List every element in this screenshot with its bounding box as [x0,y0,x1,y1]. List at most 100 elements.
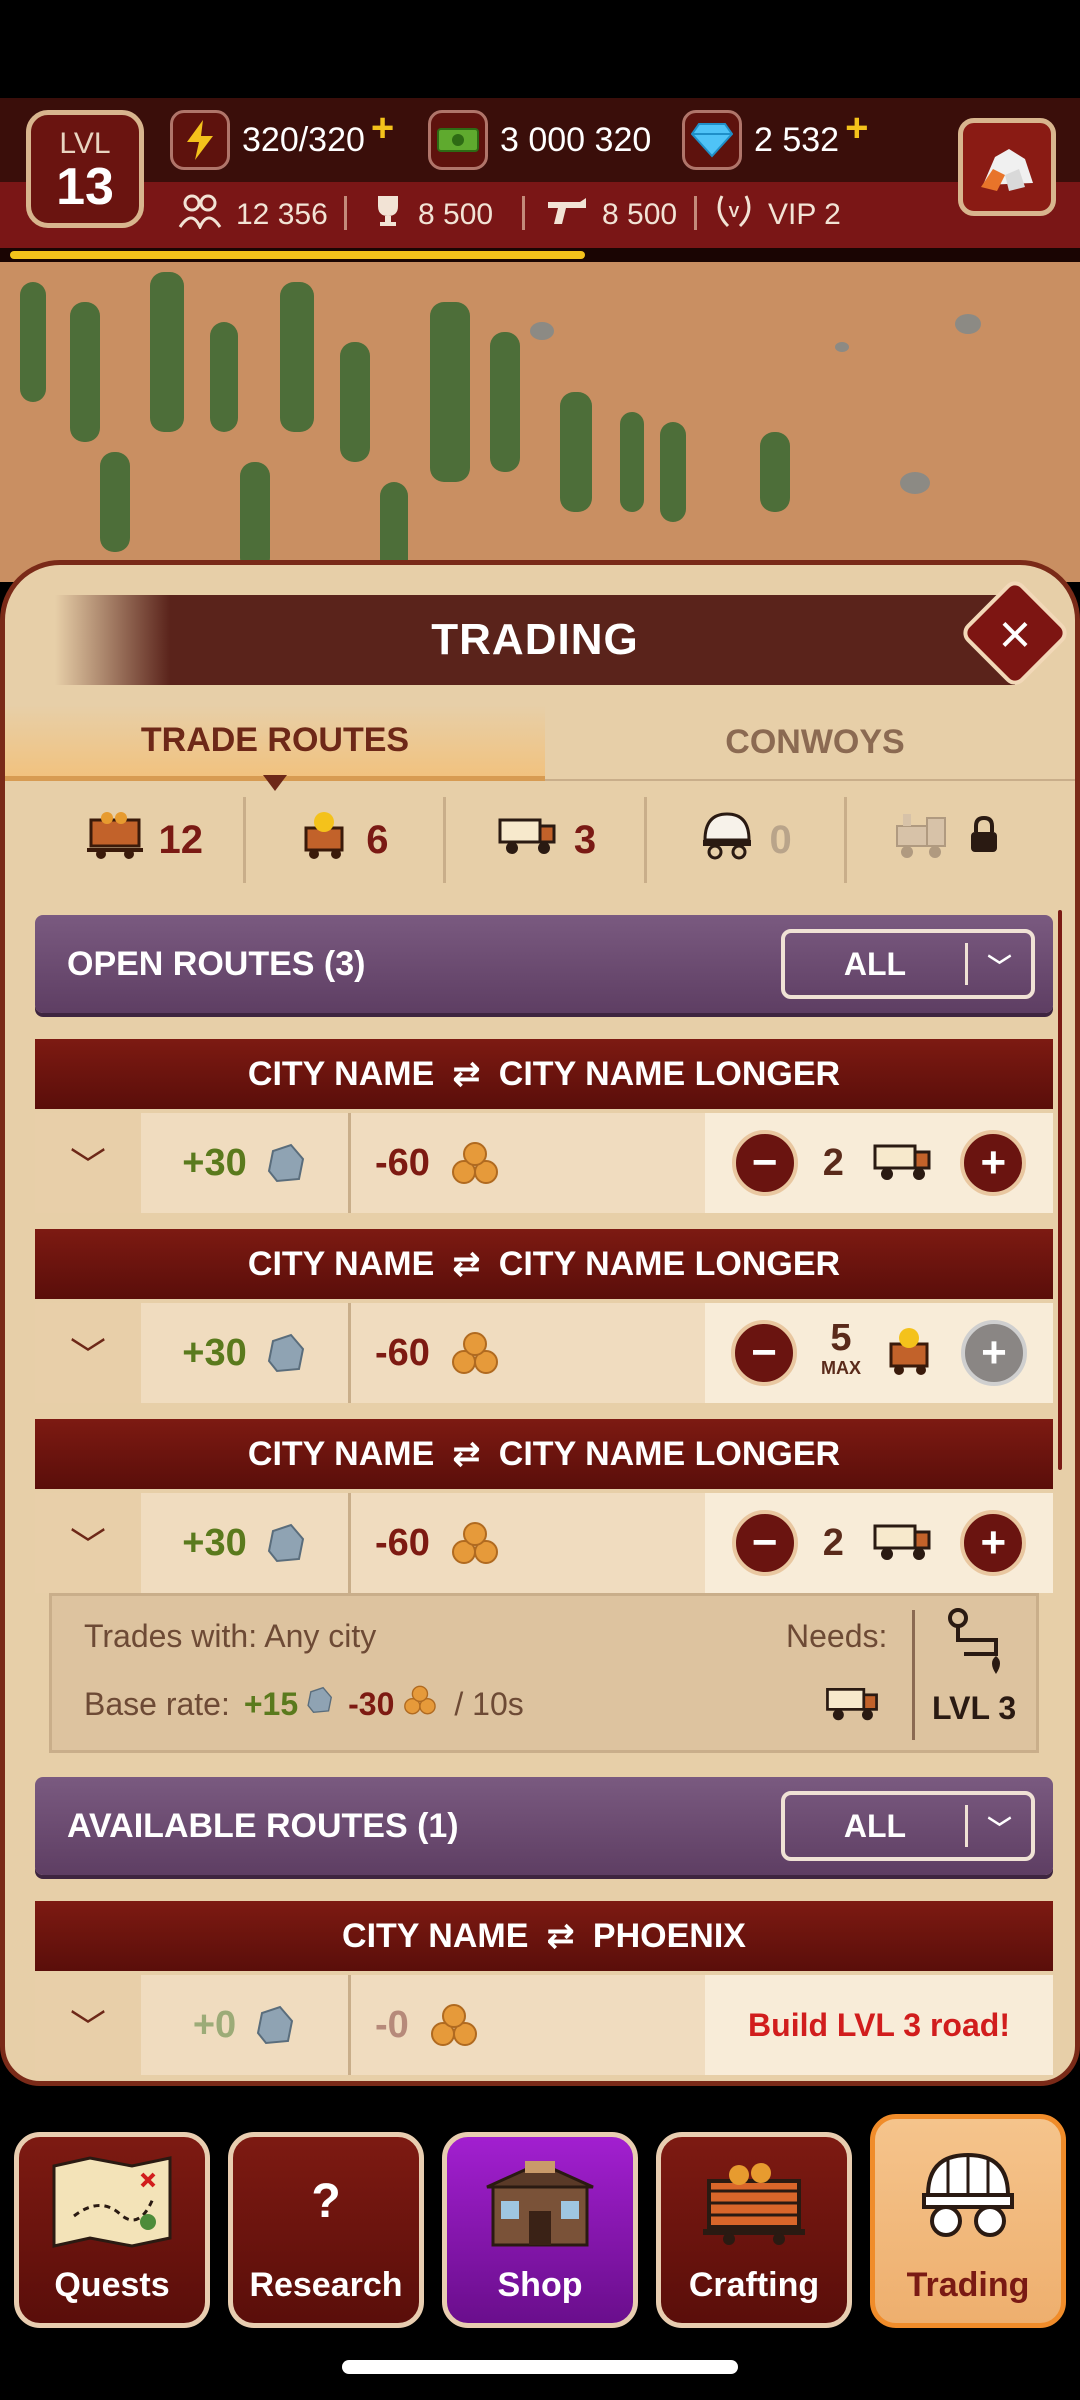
scrollbar[interactable] [1058,910,1062,1470]
available-routes-header: AVAILABLE ROUTES (1) ALL ﹀ [35,1777,1053,1875]
wood-logs-icon [425,2002,489,2048]
nav-shop[interactable]: Shop [442,2132,638,2328]
xp-progress-bar [0,248,1080,262]
guns-value: 8 500 [602,198,678,231]
trophy-stat: 8 500 [372,190,493,240]
route-title: CITY NAME ⇄ PHOENIX [35,1901,1053,1971]
truck-icon [822,1680,882,1734]
route-from: CITY NAME [247,1434,435,1473]
world-map-button[interactable] [958,118,1056,216]
nav-trading[interactable]: Trading [870,2114,1066,2328]
population-icon [178,193,222,237]
route-to: CITY NAME LONGER [498,1244,841,1283]
vip-laurel-icon: V [714,192,754,238]
route-from: CITY NAME [247,1054,435,1093]
decrease-button[interactable]: − [731,1510,798,1576]
route-title: CITY NAME ⇄ CITY NAME LONGER [35,1229,1053,1299]
stone-icon [252,2003,296,2047]
gain-value: +30 [182,1331,247,1374]
nav-crafting[interactable]: Crafting [656,2132,852,2328]
population-value: 12 356 [236,198,328,231]
expand-chevron-icon[interactable]: ﹀ [35,1975,141,2075]
energy-resource[interactable]: 320/320 + [170,106,394,170]
nav-quests[interactable]: Quests [14,2132,210,2328]
cost-value: -60 [375,1521,430,1564]
nav-trading-label: Trading [906,2266,1030,2304]
expand-chevron-icon[interactable]: ﹀ [35,1303,141,1403]
ore-cart-icon [300,810,352,870]
hud-stats-bar [0,182,1080,248]
route-row: ﹀ +0 -0 Build LVL 3 road! [35,1975,1053,2075]
increase-button[interactable]: + [960,1510,1027,1576]
expand-chevron-icon[interactable]: ﹀ [35,1113,141,1213]
swap-arrows-icon: ⇄ [546,1917,575,1955]
needs-label: Needs: [786,1618,888,1654]
home-indicator[interactable] [342,2360,738,2374]
route-cost: -60 [351,1113,705,1213]
filter-value: ALL [843,1807,907,1844]
route-title: CITY NAME ⇄ CITY NAME LONGER [35,1419,1053,1489]
ore-value: 6 [366,817,389,862]
base-cost: -30 [348,1685,395,1722]
truck-count: 3 [446,797,647,883]
energy-value: 320/320 [242,120,365,159]
tab-convoys[interactable]: CONWOYS [545,705,1075,781]
treasure-map-icon [50,2137,174,2266]
mine-cart-icon [85,810,145,870]
route-gain: +30 [141,1493,351,1593]
cost-value: -0 [375,2003,409,2046]
route-details: Trades with: Any city Base rate: +15 -30… [49,1593,1039,1753]
player-level-badge[interactable]: LVL 13 [26,110,144,228]
route-from: CITY NAME [247,1244,435,1283]
stat-divider [522,196,525,230]
collapse-chevron-icon[interactable]: ﹀ [35,1493,141,1593]
route-cost: -60 [351,1303,705,1403]
route-to: PHOENIX [592,1916,746,1955]
stone-icon [263,1331,307,1375]
question-icon: ? [311,2175,341,2228]
ore-cart-icon [885,1326,937,1381]
tab-trade-routes[interactable]: TRADE ROUTES [5,705,545,781]
decrease-button[interactable]: − [731,1320,797,1386]
vehicle-counts: 12 6 3 0 [45,797,1045,883]
swap-arrows-icon: ⇄ [452,1435,481,1473]
ore-count: 6 [246,797,447,883]
route-warning: Build LVL 3 road! [705,1975,1053,2075]
route-quantity-control: − 2 + [705,1493,1053,1593]
nav-research[interactable]: ? Research [228,2132,424,2328]
desert-map-view[interactable] [0,262,1080,582]
increase-button-disabled: + [961,1320,1027,1386]
diamond-icon [682,110,742,170]
gems-add-plus[interactable]: + [845,106,868,151]
route-quantity-control: − 5 MAX + [705,1303,1053,1403]
trophy-icon [372,194,404,236]
xp-progress-fill [10,251,585,259]
open-routes-filter[interactable]: ALL ﹀ [781,929,1035,999]
vip-value: VIP 2 [768,198,841,231]
locomotive-locked [847,797,1045,883]
cost-value: -60 [375,1331,430,1374]
route-cost: -60 [351,1493,705,1593]
wood-logs-icon [400,1684,444,1724]
trades-with-text: Trades with: Any city [84,1618,377,1654]
decrease-button[interactable]: − [731,1130,798,1196]
locomotive-icon [891,810,953,870]
covered-wagon-icon [699,810,755,870]
energy-add-plus[interactable]: + [371,106,394,151]
filter-value: ALL [843,945,907,982]
truck-value: 3 [573,817,597,862]
route-row: ﹀ +30 -60 − 2 + [35,1493,1053,1593]
increase-button[interactable]: + [960,1130,1027,1196]
nav-quests-label: Quests [54,2266,170,2304]
available-routes-filter[interactable]: ALL ﹀ [781,1791,1035,1861]
max-label: MAX [821,1358,861,1378]
needs-level: LVL 3 [932,1690,1017,1726]
gain-value: +0 [192,2003,237,2046]
trophy-value: 8 500 [418,198,494,231]
shop-building-icon [485,2137,595,2266]
route-row: ﹀ +30 -60 − 5 MAX + [35,1303,1053,1403]
cost-value: -60 [375,1141,430,1184]
chevron-down-icon: ﹀ [987,953,1012,981]
gems-resource[interactable]: 2 532 + [682,106,868,170]
vip-stat[interactable]: V VIP 2 [714,190,841,240]
